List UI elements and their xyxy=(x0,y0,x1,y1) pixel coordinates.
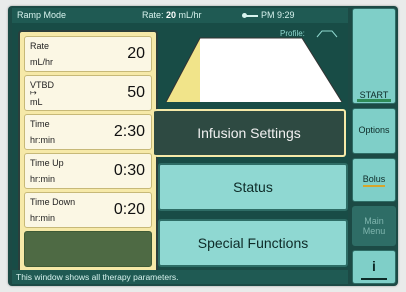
info-icon: i xyxy=(372,257,376,274)
infusion-settings-button[interactable]: Infusion Settings xyxy=(154,109,346,157)
mode-label: Ramp Mode xyxy=(17,10,67,20)
rate-readout-value: 20 xyxy=(166,10,177,20)
param-unit: mL/hr xyxy=(30,57,54,67)
param-time[interactable]: Time hr:min 2:30 xyxy=(24,114,152,150)
status-message: This window shows all therapy parameters… xyxy=(12,270,348,284)
bolus-button[interactable]: Bolus xyxy=(352,158,396,202)
param-value: 2:30 xyxy=(113,123,145,140)
param-unit: mL xyxy=(30,97,43,107)
param-unit: hr:min xyxy=(30,135,56,145)
param-value: 20 xyxy=(127,45,145,62)
ramp-profile-graph xyxy=(165,37,343,103)
parameter-panel: Rate mL/hr 20 VTBD ↦ mL 50 Time hr:min 2… xyxy=(18,30,158,274)
param-label: Rate xyxy=(30,41,50,51)
ramp-plateau-area xyxy=(200,38,342,102)
clock: PM 9:29 xyxy=(242,8,295,23)
param-time-up[interactable]: Time Up hr:min 0:30 xyxy=(24,153,152,189)
arrow-to-bar-icon: ↦ xyxy=(30,88,37,97)
param-label: Time Up xyxy=(30,158,64,168)
param-value: 0:30 xyxy=(113,162,145,179)
param-value: 0:20 xyxy=(113,201,145,218)
param-empty-slot xyxy=(24,231,152,267)
param-value: 50 xyxy=(127,84,145,101)
param-unit: hr:min xyxy=(30,213,56,223)
param-rate[interactable]: Rate mL/hr 20 xyxy=(24,36,152,72)
start-button[interactable]: START xyxy=(352,8,396,104)
info-underline xyxy=(361,278,387,280)
key-icon xyxy=(242,12,258,18)
main-menu-button[interactable]: Main Menu xyxy=(352,206,396,246)
side-button-column: START Options Bolus Main Menu i xyxy=(352,8,396,284)
param-time-down[interactable]: Time Down hr:min 0:20 xyxy=(24,192,152,228)
rate-readout: Rate: 20 mL/hr xyxy=(142,10,202,20)
options-button[interactable]: Options xyxy=(352,108,396,154)
special-functions-button[interactable]: Special Functions xyxy=(158,219,348,267)
title-bar: Ramp Mode Rate: 20 mL/hr PM 9:29 xyxy=(12,8,348,23)
param-unit: hr:min xyxy=(30,174,56,184)
param-vtbd[interactable]: VTBD ↦ mL 50 xyxy=(24,75,152,111)
param-label: Time Down xyxy=(30,197,76,207)
param-label: Time xyxy=(30,119,50,129)
status-button[interactable]: Status xyxy=(158,163,348,211)
info-button[interactable]: i xyxy=(352,250,396,284)
